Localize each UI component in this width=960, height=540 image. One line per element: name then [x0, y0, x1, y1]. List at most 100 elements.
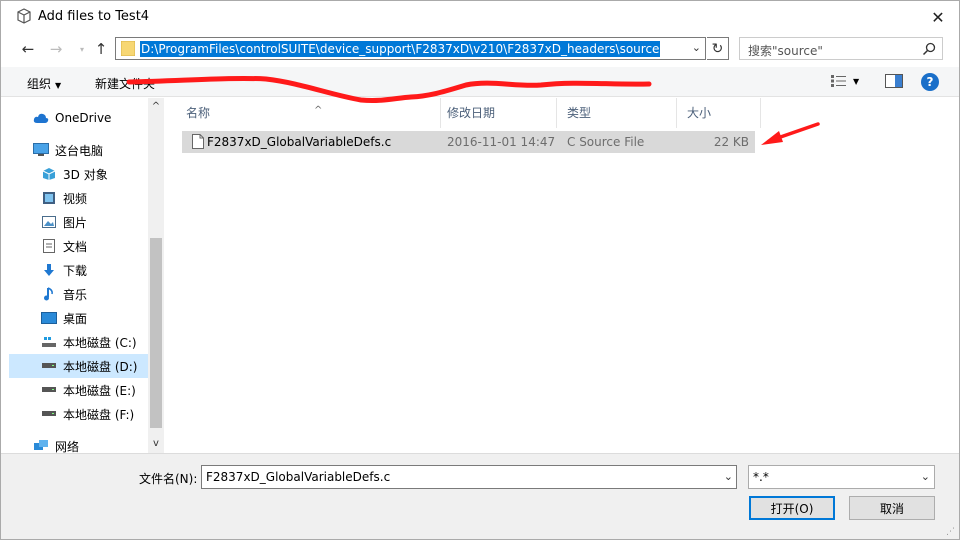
sidebar-item-documents[interactable]: 文档 [41, 234, 87, 258]
sidebar-item-label: 这台电脑 [55, 143, 104, 158]
chevron-down-icon: ⌄ [920, 470, 930, 483]
file-type-cell: C Source File [567, 135, 645, 149]
search-placeholder: 搜索"source" [748, 44, 823, 58]
refresh-icon: ↻ [711, 40, 724, 57]
picture-icon [41, 214, 57, 230]
sidebar-item-label: 桌面 [63, 311, 88, 326]
forward-arrow-icon: → [49, 40, 63, 58]
app-icon [17, 8, 31, 24]
music-icon [41, 286, 57, 302]
cube-icon [41, 166, 57, 182]
column-header-type[interactable]: 类型 [557, 98, 677, 128]
file-name-cell: F2837xD_GlobalVariableDefs.c [207, 135, 392, 149]
resize-grip-icon[interactable]: ⋰ [946, 527, 955, 537]
open-button[interactable]: 打开(O) [749, 496, 835, 520]
drive-icon [41, 358, 57, 374]
chevron-down-icon[interactable]: ⌄ [692, 41, 701, 54]
caret-down-icon: ▼ [853, 76, 860, 86]
sidebar-item-label: 图片 [63, 215, 88, 230]
column-header-label: 大小 [687, 106, 712, 120]
file-type-filter-select[interactable]: *.* ⌄ [748, 465, 935, 489]
up-button[interactable]: ↑ [91, 39, 111, 59]
folder-icon [121, 41, 135, 56]
computer-icon [33, 142, 49, 158]
file-date-cell: 2016-11-01 14:47 [447, 135, 556, 149]
scroll-down-icon[interactable]: v [148, 438, 164, 449]
address-path[interactable]: D:\ProgramFiles\controlSUITE\device_supp… [140, 41, 661, 57]
open-label: 打开(O) [770, 501, 814, 516]
sidebar-item-label: 音乐 [63, 287, 88, 302]
column-header-name[interactable]: 名称 ^ [176, 98, 441, 128]
up-arrow-icon: ↑ [94, 40, 108, 58]
sidebar-item-onedrive[interactable]: OneDrive [33, 106, 111, 130]
window-title: Add files to Test4 [38, 9, 150, 24]
file-row[interactable]: F2837xD_GlobalVariableDefs.c 2016-11-01 … [182, 131, 755, 153]
sidebar-item-label: 本地磁盘 (D:) [63, 359, 138, 374]
change-view-button[interactable]: ▼ [831, 75, 859, 87]
sidebar-item-label: OneDrive [55, 111, 112, 125]
caret-down-icon: ▼ [55, 81, 62, 90]
column-header-size[interactable]: 大小 [677, 98, 761, 128]
sidebar-item-label: 下载 [63, 263, 88, 278]
sidebar-scrollbar[interactable]: ^ v [148, 98, 164, 453]
sidebar-item-drive-d[interactable]: 本地磁盘 (D:) [9, 354, 148, 378]
add-files-dialog: Add files to Test4 ✕ ← → ▾ ↑ D:\ProgramF… [0, 0, 960, 540]
chevron-down-icon[interactable]: ⌄ [724, 470, 733, 483]
sidebar-item-label: 网络 [55, 439, 80, 454]
sidebar-item-drive-f[interactable]: 本地磁盘 (F:) [41, 402, 134, 426]
sidebar-item-pictures[interactable]: 图片 [41, 210, 87, 234]
column-header-label: 类型 [567, 106, 592, 120]
video-icon [41, 190, 57, 206]
sidebar-item-label: 本地磁盘 (E:) [63, 383, 136, 398]
back-button[interactable]: ← [18, 39, 38, 59]
file-size-cell: 22 KB [713, 135, 749, 149]
forward-button[interactable]: → [46, 39, 66, 59]
desktop-icon [41, 310, 57, 326]
scroll-up-icon[interactable]: ^ [148, 101, 164, 112]
c-file-icon [192, 134, 204, 149]
filter-value: *.* [753, 470, 769, 484]
cancel-button[interactable]: 取消 [849, 496, 935, 520]
sidebar-item-drive-c[interactable]: 本地磁盘 (C:) [41, 330, 137, 354]
organize-button[interactable]: 组织 ▼ [27, 75, 61, 92]
search-icon[interactable] [921, 41, 937, 57]
sidebar-item-desktop[interactable]: 桌面 [41, 306, 87, 330]
recent-locations-button[interactable]: ▾ [72, 39, 92, 59]
column-header-date[interactable]: 修改日期 [437, 98, 557, 128]
view-list-icon [831, 75, 846, 87]
sidebar-item-label: 本地磁盘 (C:) [63, 335, 137, 350]
refresh-button[interactable]: ↻ [707, 37, 729, 60]
sidebar-item-drive-e[interactable]: 本地磁盘 (E:) [41, 378, 136, 402]
drive-icon [41, 382, 57, 398]
chevron-down-icon: ▾ [79, 44, 84, 54]
close-icon: ✕ [931, 7, 945, 27]
sidebar-item-videos[interactable]: 视频 [41, 186, 87, 210]
sidebar-item-label: 视频 [63, 191, 88, 206]
preview-pane-icon[interactable] [885, 74, 903, 88]
drive-windows-icon [41, 334, 57, 350]
navigation-pane: OneDrive 这台电脑 3D 对象 视频 图片 文档 下载 音乐 桌面 本地… [9, 98, 164, 454]
drive-icon [41, 406, 57, 422]
sidebar-item-downloads[interactable]: 下载 [41, 258, 87, 282]
network-icon [33, 438, 49, 454]
filename-input[interactable]: F2837xD_GlobalVariableDefs.c ⌄ [201, 465, 737, 489]
back-arrow-icon: ← [21, 40, 35, 58]
scrollbar-thumb[interactable] [150, 238, 162, 428]
sidebar-item-music[interactable]: 音乐 [41, 282, 87, 306]
cancel-label: 取消 [879, 501, 904, 516]
new-folder-button[interactable]: 新建文件夹 [95, 75, 155, 92]
address-bar[interactable]: D:\ProgramFiles\controlSUITE\device_supp… [115, 37, 706, 60]
help-icon: ? [926, 75, 934, 89]
search-input[interactable]: 搜索"source" [739, 37, 943, 60]
help-button[interactable]: ? [921, 73, 939, 91]
sidebar-item-label: 本地磁盘 (F:) [63, 407, 135, 422]
command-toolbar: 组织 ▼ 新建文件夹 ▼ ? [1, 67, 959, 97]
title-bar: Add files to Test4 ✕ [1, 1, 959, 32]
filename-label: 文件名(N): [139, 472, 198, 486]
sidebar-item-this-pc[interactable]: 这台电脑 [33, 138, 103, 162]
column-header-label: 修改日期 [447, 106, 496, 120]
close-button[interactable]: ✕ [919, 4, 957, 30]
sort-ascending-icon: ^ [314, 105, 323, 116]
sidebar-item-3d-objects[interactable]: 3D 对象 [41, 162, 108, 186]
filename-value: F2837xD_GlobalVariableDefs.c [206, 470, 391, 484]
